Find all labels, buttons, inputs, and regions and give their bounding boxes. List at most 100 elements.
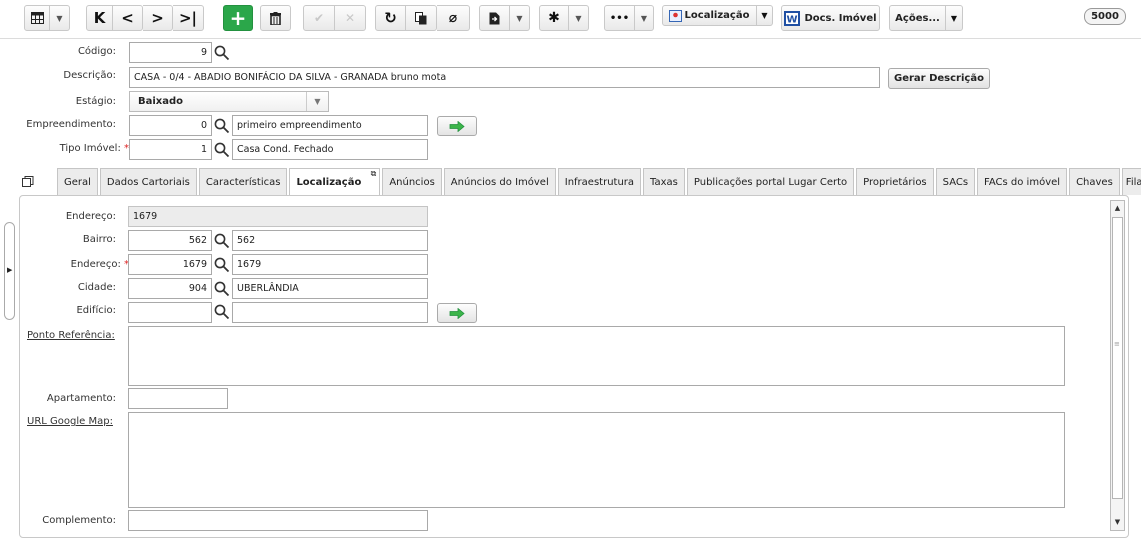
tab-anuncios-do-imovel[interactable]: Anúncios do Imóvel: [443, 168, 556, 195]
grid-view-dropdown[interactable]: ▼: [50, 5, 70, 31]
grid-view-button[interactable]: [24, 5, 50, 31]
chevron-right-icon: >: [151, 9, 164, 27]
cidade-name-field[interactable]: UBERLÂNDIA: [232, 278, 428, 299]
tab-infraestrutura[interactable]: Infraestrutura: [557, 168, 642, 195]
refresh-button[interactable]: ↻: [375, 5, 406, 31]
arrow-right-icon: [449, 307, 465, 319]
search-icon[interactable]: [214, 118, 230, 134]
tab-publicacoes-portal[interactable]: Publicações portal Lugar Certo: [686, 168, 855, 195]
tab-fila[interactable]: Fila: [1121, 168, 1141, 195]
tipo-imovel-label-text: Tipo Imóvel:: [59, 143, 121, 154]
search-icon[interactable]: [214, 257, 230, 273]
codigo-label: Código:: [77, 46, 116, 57]
endereco-name-field[interactable]: 1679: [232, 254, 428, 275]
expand-tabs-icon[interactable]: [22, 176, 34, 187]
first-record-button[interactable]: K: [86, 5, 113, 31]
estagio-value: Baixado: [138, 96, 184, 107]
endereco-readonly-field: 1679: [128, 206, 428, 227]
acoes-dropdown[interactable]: ▼: [946, 5, 963, 31]
tab-localizacao[interactable]: Localização ⧉: [289, 168, 381, 196]
edificio-name-field[interactable]: [232, 302, 428, 323]
next-record-button[interactable]: >: [143, 5, 173, 31]
tab-facs-do-imovel[interactable]: FACs do imóvel: [977, 168, 1068, 195]
endereco-label: Endereço: *: [71, 259, 129, 270]
settings-button[interactable]: ✱: [539, 5, 569, 31]
acoes-button[interactable]: Ações...: [889, 5, 946, 31]
endereco-readonly-label: Endereço:: [65, 211, 116, 222]
paperclip-icon: ⌀: [448, 10, 458, 26]
copy-button[interactable]: [406, 5, 437, 31]
url-google-map-link[interactable]: URL Google Map:: [27, 416, 113, 427]
scrollbar-thumb[interactable]: ≡: [1112, 217, 1123, 499]
endereco-label-text: Endereço:: [70, 259, 121, 270]
add-button[interactable]: +: [223, 5, 253, 31]
ponto-referencia-link[interactable]: Ponto Referência:: [27, 330, 115, 341]
tab-anuncios[interactable]: Anúncios: [382, 168, 442, 195]
bairro-label: Bairro:: [82, 234, 116, 245]
export-button[interactable]: [479, 5, 510, 31]
more-button[interactable]: •••: [604, 5, 635, 31]
tab-localizacao-label: Localização: [296, 177, 362, 188]
codigo-field[interactable]: 9: [129, 42, 212, 63]
tipo-imovel-label: Tipo Imóvel: *: [60, 143, 129, 154]
edificio-code-field[interactable]: [128, 302, 212, 323]
search-icon[interactable]: [214, 233, 230, 249]
estagio-label: Estágio:: [75, 96, 116, 107]
scroll-down-icon[interactable]: ▼: [1112, 516, 1123, 529]
empreendimento-label: Empreendimento:: [26, 119, 116, 130]
ponto-referencia-textarea[interactable]: [128, 326, 1065, 386]
chevron-down-icon: ▼: [306, 92, 328, 111]
cidade-code-field[interactable]: 904: [128, 278, 212, 299]
search-icon[interactable]: [214, 304, 230, 320]
popout-icon[interactable]: ⧉: [371, 160, 377, 187]
settings-dropdown[interactable]: ▼: [569, 5, 589, 31]
scroll-up-icon[interactable]: ▲: [1112, 202, 1123, 215]
endereco-code-field[interactable]: 1679: [128, 254, 212, 275]
tab-caracteristicas[interactable]: Características: [198, 168, 288, 195]
last-record-button[interactable]: >|: [173, 5, 204, 31]
tab-geral[interactable]: Geral: [57, 168, 98, 195]
search-icon[interactable]: [214, 281, 230, 297]
tab-taxas[interactable]: Taxas: [643, 168, 685, 195]
chevron-left-icon: <: [121, 9, 134, 27]
empreendimento-go-button[interactable]: [437, 116, 477, 136]
docs-imovel-button[interactable]: W Docs. Imóvel: [781, 5, 880, 31]
complemento-field[interactable]: [128, 510, 428, 531]
more-icon: •••: [609, 12, 630, 24]
tipo-imovel-code-field[interactable]: 1: [129, 139, 212, 160]
docs-imovel-label: Docs. Imóvel: [804, 12, 877, 24]
search-icon[interactable]: [214, 142, 230, 158]
chevron-down-icon: ▼: [761, 11, 768, 20]
confirm-button[interactable]: ✔: [303, 5, 335, 31]
tab-sacs[interactable]: SACs: [935, 168, 976, 195]
url-google-map-textarea[interactable]: [128, 412, 1065, 508]
last-icon: >|: [178, 9, 198, 27]
gerar-descricao-button[interactable]: Gerar Descrição: [888, 68, 990, 89]
tab-chaves[interactable]: Chaves: [1069, 168, 1120, 195]
apartamento-field[interactable]: [128, 388, 228, 409]
tab-dados-cartoriais[interactable]: Dados Cartoriais: [99, 168, 197, 195]
cancel-button[interactable]: ✕: [335, 5, 366, 31]
grip-icon: ≡: [1114, 340, 1120, 348]
tab-proprietarios[interactable]: Proprietários: [856, 168, 934, 195]
localizacao-dropdown[interactable]: ▼: [757, 5, 773, 26]
empreendimento-code-field[interactable]: 0: [129, 115, 212, 136]
more-dropdown[interactable]: ▼: [635, 5, 654, 31]
tipo-imovel-name-field[interactable]: Casa Cond. Fechado: [232, 139, 428, 160]
localizacao-menu-button[interactable]: Localização: [662, 5, 757, 26]
export-dropdown[interactable]: ▼: [510, 5, 530, 31]
previous-record-button[interactable]: <: [113, 5, 143, 31]
chevron-down-icon: ▼: [950, 13, 958, 23]
delete-button[interactable]: [260, 5, 291, 31]
attach-button[interactable]: ⌀: [437, 5, 470, 31]
vertical-scrollbar[interactable]: ▲ ≡ ▼: [1110, 200, 1125, 531]
search-icon[interactable]: [214, 45, 230, 61]
estagio-select[interactable]: Baixado ▼: [129, 91, 329, 112]
descricao-field[interactable]: CASA - 0/4 - ABADIO BONIFÁCIO DA SILVA -…: [129, 67, 880, 88]
side-panel-handle[interactable]: ▶: [4, 222, 15, 320]
bairro-name-field[interactable]: 562: [232, 230, 428, 251]
complemento-label: Complemento:: [42, 515, 116, 526]
edificio-go-button[interactable]: [437, 303, 477, 323]
empreendimento-name-field[interactable]: primeiro empreendimento: [232, 115, 428, 136]
bairro-code-field[interactable]: 562: [128, 230, 212, 251]
